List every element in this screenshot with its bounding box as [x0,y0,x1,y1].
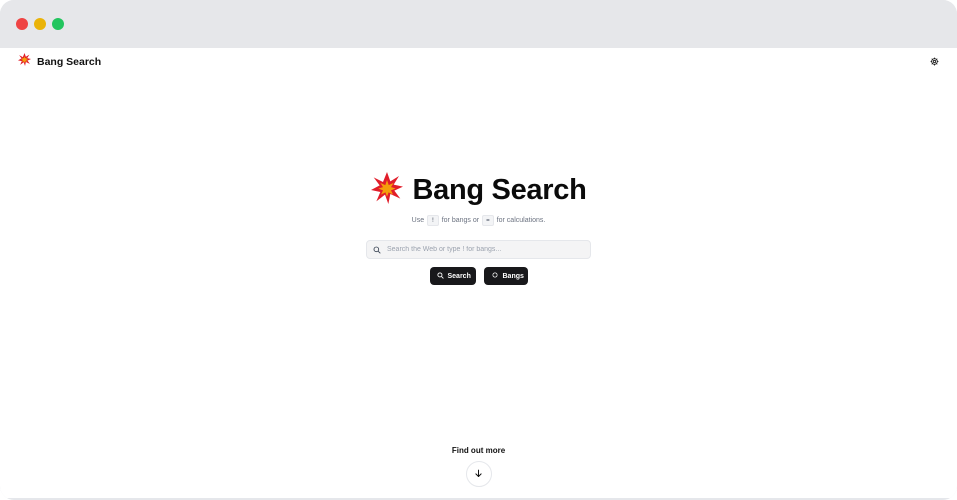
nav-brand-name: Bang Search [37,56,102,68]
search-icon [436,271,444,281]
find-out-more-label: Find out more [451,446,506,455]
collision-icon [18,53,31,71]
close-window-button[interactable] [16,18,28,30]
scroll-down-button[interactable] [465,461,492,487]
bangs-button-label: Bangs [502,272,524,280]
subtitle-middle: for bangs or [441,217,480,224]
bang-key-hint: ! [427,215,439,226]
hero-section: Bang Search Use ! for bangs or = for cal… [0,172,957,285]
browser-window: Bang Search Bang Search Use ! for bangs … [0,0,957,500]
sparkles-icon [491,271,499,281]
page-title: Bang Search [412,174,587,206]
subtitle-suffix: for calculations. [496,217,546,224]
search-icon [373,241,381,259]
action-buttons: Search Bangs [429,267,528,285]
nav-brand-link[interactable]: Bang Search [18,53,102,71]
collision-icon [370,172,403,209]
window-titlebar [0,0,957,48]
arrow-down-icon [474,465,483,483]
search-button-label: Search [447,272,471,280]
settings-button[interactable] [928,56,940,68]
hero-title-row: Bang Search [370,172,587,209]
search-input[interactable] [387,246,577,253]
find-out-more-section: Find out more [0,446,957,487]
maximize-window-button[interactable] [52,18,64,30]
subtitle-prefix: Use [411,217,425,224]
calc-key-hint: = [482,215,494,226]
hero-subtitle: Use ! for bangs or = for calculations. [411,215,546,226]
minimize-window-button[interactable] [34,18,46,30]
search-button[interactable]: Search [429,267,476,285]
page-viewport: Bang Search Bang Search Use ! for bangs … [0,48,957,500]
search-box[interactable] [366,240,591,259]
gear-icon [930,53,939,71]
bangs-button[interactable]: Bangs [483,267,528,285]
